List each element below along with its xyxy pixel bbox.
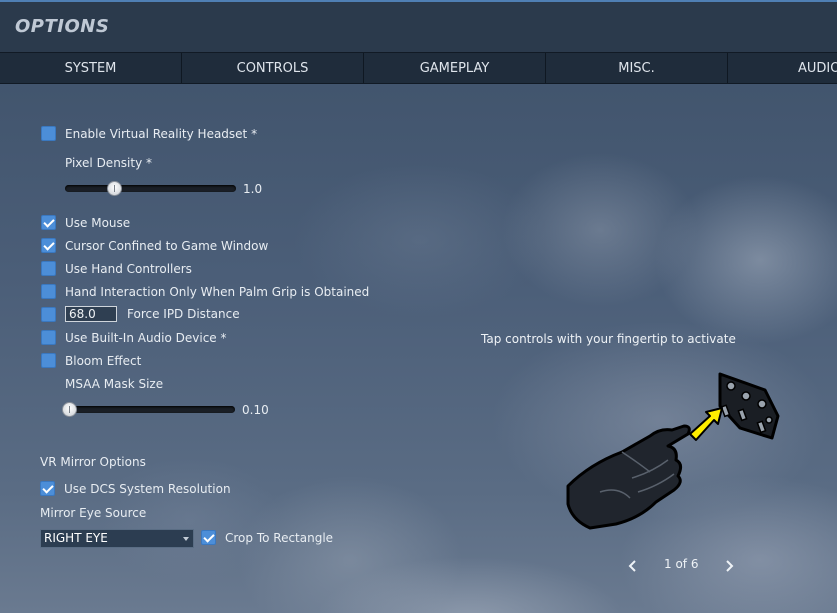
mirror-eye-selected: RIGHT EYE — [44, 531, 108, 545]
hand-controllers-checkbox[interactable] — [41, 261, 56, 276]
cursor-confined-label: Cursor Confined to Game Window — [65, 238, 269, 253]
hand-controllers-row: Use Hand Controllers — [41, 261, 192, 276]
tab-controls[interactable]: CONTROLS — [182, 53, 364, 83]
audio-device-checkbox[interactable] — [41, 330, 56, 345]
hand-controllers-label: Use Hand Controllers — [65, 261, 192, 276]
window-title: OPTIONS — [15, 16, 110, 37]
msaa-value: 0.10 — [242, 403, 269, 417]
use-mouse-row: Use Mouse — [41, 215, 130, 230]
bloom-checkbox[interactable] — [41, 353, 56, 368]
crop-label: Crop To Rectangle — [225, 530, 334, 545]
tab-misc[interactable]: MISC. — [546, 53, 728, 83]
tab-bar: SYSTEM CONTROLS GAMEPLAY MISC. AUDIO — [0, 52, 837, 84]
chevron-down-icon — [183, 537, 189, 541]
gloved-hand-pressing-panel-icon — [566, 372, 780, 530]
pixel-density-slider-thumb[interactable] — [107, 181, 123, 196]
pixel-density-row: Pixel Density * — [65, 156, 152, 170]
force-ipd-checkbox[interactable] — [41, 306, 56, 322]
cursor-confined-row: Cursor Confined to Game Window — [41, 238, 268, 253]
title-bar: OPTIONS — [0, 0, 837, 52]
page-indicator: 1 of 6 — [664, 557, 699, 571]
tab-system[interactable]: SYSTEM — [0, 53, 182, 83]
chevron-right-icon[interactable] — [722, 558, 736, 574]
bloom-row: Bloom Effect — [41, 353, 141, 368]
crop-row: Crop To Rectangle — [201, 530, 333, 545]
mirror-eye-label-row: Mirror Eye Source — [40, 506, 146, 520]
mirror-options-heading: VR Mirror Options — [40, 455, 146, 469]
msaa-row: MSAA Mask Size — [65, 377, 163, 391]
crop-checkbox[interactable] — [201, 530, 216, 545]
pixel-density-label: Pixel Density * — [65, 156, 153, 170]
chevron-left-icon[interactable] — [626, 558, 640, 574]
enable-vr-checkbox[interactable] — [41, 126, 56, 141]
pixel-density-value: 1.0 — [243, 182, 263, 196]
msaa-slider-thumb[interactable] — [62, 402, 77, 417]
force-ipd-row: Force IPD Distance — [41, 306, 240, 322]
palm-grip-checkbox[interactable] — [41, 284, 56, 299]
force-ipd-label: Force IPD Distance — [127, 307, 240, 321]
enable-vr-label: Enable Virtual Reality Headset * — [65, 126, 258, 141]
audio-device-label: Use Built-In Audio Device * — [65, 330, 227, 345]
pixel-density-slider[interactable] — [65, 185, 236, 192]
enable-vr-row: Enable Virtual Reality Headset * — [41, 126, 257, 141]
dcs-resolution-label: Use DCS System Resolution — [64, 481, 231, 496]
mirror-eye-select[interactable]: RIGHT EYE — [40, 529, 194, 548]
msaa-slider[interactable] — [64, 406, 235, 413]
dcs-resolution-row: Use DCS System Resolution — [40, 481, 231, 496]
use-mouse-label: Use Mouse — [65, 215, 131, 230]
tab-audio[interactable]: AUDIO — [728, 53, 837, 83]
palm-grip-row: Hand Interaction Only When Palm Grip is … — [41, 284, 369, 299]
dcs-resolution-checkbox[interactable] — [40, 481, 55, 496]
msaa-label: MSAA Mask Size — [65, 377, 164, 391]
palm-grip-label: Hand Interaction Only When Palm Grip is … — [65, 284, 370, 299]
mirror-options-heading-row: VR Mirror Options — [40, 455, 146, 469]
tab-gameplay[interactable]: GAMEPLAY — [364, 53, 546, 83]
hint-text: Tap controls with your fingertip to acti… — [481, 332, 736, 346]
mirror-eye-label: Mirror Eye Source — [40, 506, 147, 520]
bloom-label: Bloom Effect — [65, 353, 142, 368]
audio-device-row: Use Built-In Audio Device * — [41, 330, 227, 345]
cursor-confined-checkbox[interactable] — [41, 238, 56, 253]
use-mouse-checkbox[interactable] — [41, 215, 56, 230]
ipd-distance-input[interactable] — [65, 306, 117, 322]
